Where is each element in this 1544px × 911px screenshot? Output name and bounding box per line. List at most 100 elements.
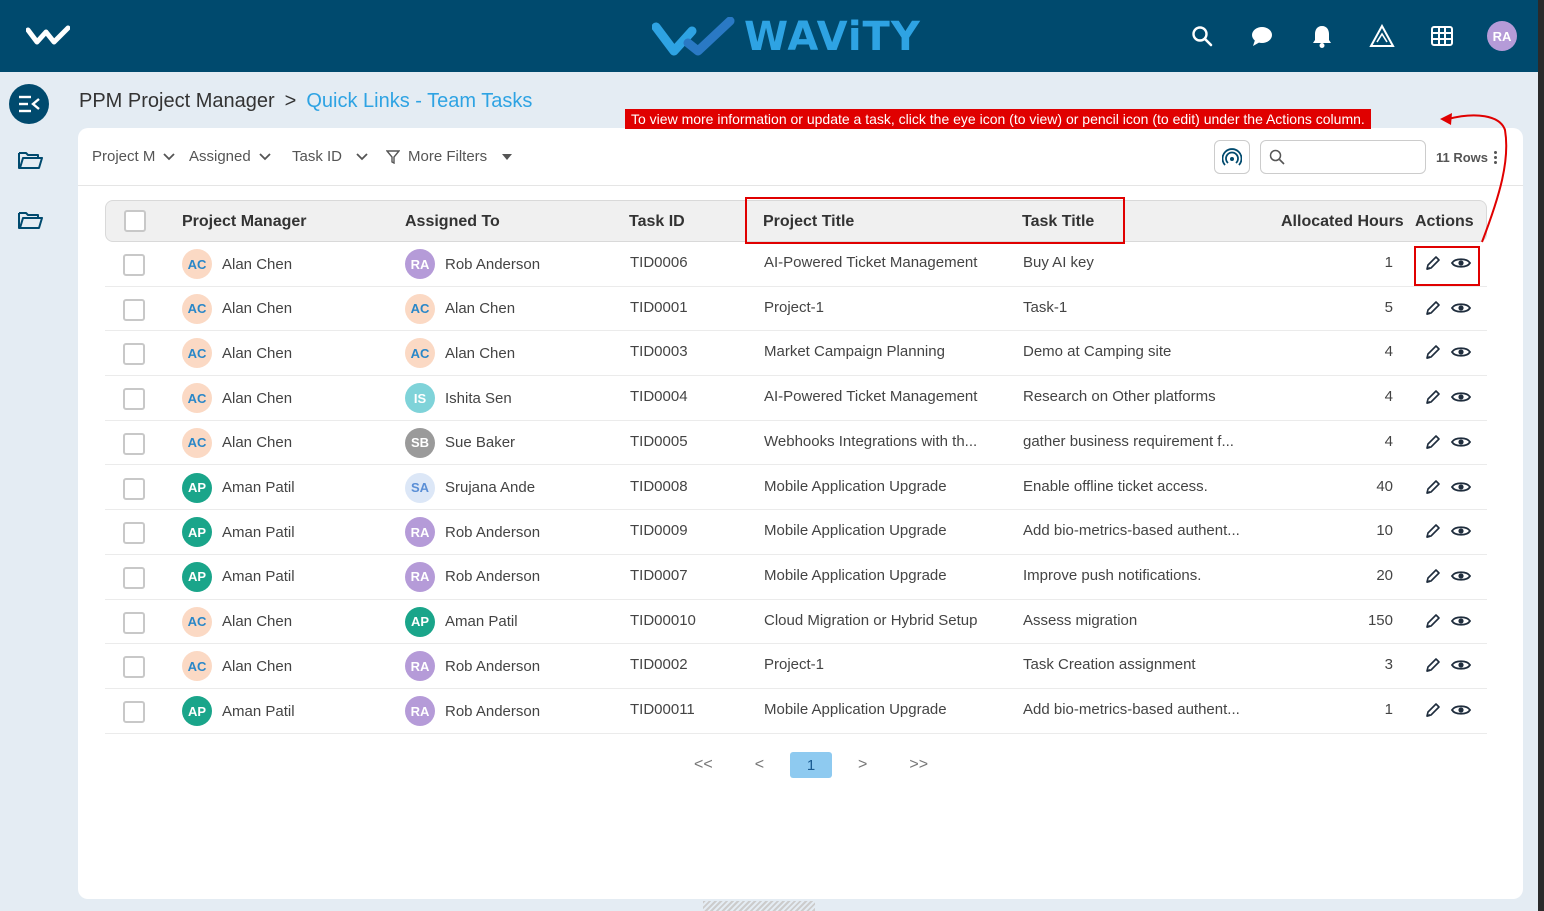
assigned-to-cell: RA Rob Anderson: [405, 517, 540, 548]
project-title-cell: AI-Powered Ticket Management: [764, 254, 978, 271]
bell-icon[interactable]: [1306, 20, 1338, 52]
row-checkbox[interactable]: [123, 432, 145, 455]
prev-page-button[interactable]: <: [755, 756, 764, 774]
row-checkbox[interactable]: [123, 477, 145, 500]
select-all-checkbox[interactable]: [124, 210, 146, 232]
pencil-edit-icon[interactable]: [1422, 699, 1444, 721]
project-manager-cell: AP Aman Patil: [182, 517, 295, 548]
user-avatar[interactable]: RA: [1486, 20, 1518, 52]
project-title-cell: AI-Powered Ticket Management: [764, 388, 978, 406]
project-manager-cell: AC Alan Chen: [182, 338, 292, 369]
task-id-cell: TID0008: [630, 477, 688, 495]
row-checkbox[interactable]: [123, 254, 145, 276]
page-1-button[interactable]: 1: [790, 752, 833, 778]
task-title-cell: Task-1: [1023, 298, 1068, 316]
assigned-to-cell: AC Alan Chen: [405, 338, 515, 369]
column-task-id[interactable]: Task ID: [629, 213, 685, 231]
column-actions: Actions: [1415, 213, 1474, 230]
table-row: AC Alan Chen AP Aman Patil TID00010 Cloud Mig…: [105, 600, 1487, 645]
eye-view-icon[interactable]: [1450, 431, 1472, 453]
chat-icon[interactable]: [1246, 20, 1278, 52]
project-manager-name: Alan Chen: [222, 255, 293, 273]
next-page-button[interactable]: >: [858, 756, 867, 774]
project-manager-name: Aman Patil: [222, 479, 295, 496]
project-manager-name: Aman Patil: [222, 523, 295, 541]
column-project-manager[interactable]: Project Manager: [182, 213, 306, 231]
pencil-edit-icon[interactable]: [1422, 341, 1444, 363]
row-checkbox[interactable]: [123, 701, 145, 723]
avatar: AP: [182, 472, 212, 503]
task-id-filter[interactable]: Task ID: [292, 148, 368, 165]
avatar: AC: [405, 338, 435, 369]
column-assigned-to[interactable]: Assigned To: [405, 213, 500, 231]
task-id-cell: TID0006: [630, 254, 688, 271]
task-title-cell: Demo at Camping site: [1023, 343, 1172, 361]
collapse-menu-icon: [19, 95, 40, 113]
pencil-edit-icon[interactable]: [1422, 565, 1444, 587]
row-checkbox[interactable]: [123, 343, 145, 366]
eye-view-icon[interactable]: [1450, 610, 1472, 632]
table-row: AC Alan Chen IS Ishita Sen TID0004 AI-Powered…: [105, 376, 1487, 421]
assigned-to-cell: SA Srujana Ande: [405, 472, 535, 503]
row-checkbox[interactable]: [123, 522, 145, 545]
brand-logo: WAViTY: [652, 14, 921, 60]
assignee-name: Rob Anderson: [445, 657, 541, 675]
eye-view-icon[interactable]: [1450, 565, 1472, 587]
allocated-hours-cell: 1: [1384, 254, 1393, 271]
project-manager-name: Alan Chen: [222, 657, 293, 675]
eye-view-icon[interactable]: [1450, 297, 1472, 319]
pencil-edit-icon[interactable]: [1422, 297, 1444, 319]
project-manager-filter[interactable]: Project M: [92, 148, 175, 165]
breadcrumb-separator: >: [284, 90, 297, 112]
row-checkbox[interactable]: [123, 611, 145, 634]
row-checkbox[interactable]: [123, 298, 145, 321]
pencil-edit-icon[interactable]: [1422, 610, 1444, 632]
avatar: AP: [182, 561, 212, 592]
last-page-button[interactable]: >>: [909, 756, 928, 774]
sidebar-toggle-button[interactable]: [9, 84, 49, 124]
more-options-icon[interactable]: [1494, 150, 1497, 165]
folder-icon[interactable]: [16, 148, 44, 172]
allocated-hours-cell: 150: [1367, 611, 1393, 629]
search-icon[interactable]: [1186, 20, 1218, 52]
more-filters-button[interactable]: More Filters: [386, 148, 513, 165]
task-id-cell: TID0009: [630, 522, 688, 540]
first-page-button[interactable]: <<: [694, 756, 713, 774]
row-checkbox[interactable]: [123, 656, 145, 679]
grid-apps-icon[interactable]: [1426, 20, 1458, 52]
assigned-to-cell: RA Rob Anderson: [405, 561, 540, 592]
eye-view-icon[interactable]: [1450, 699, 1472, 721]
hazard-triangle-icon[interactable]: [1366, 20, 1398, 52]
allocated-hours-cell: 4: [1384, 432, 1393, 450]
project-manager-name: Aman Patil: [222, 702, 295, 720]
chevron-down-icon: [356, 152, 368, 160]
task-id-cell: TID00010: [630, 611, 696, 629]
row-checkbox[interactable]: [123, 388, 145, 411]
app-logo-icon[interactable]: [25, 24, 71, 53]
project-manager-cell: AC Alan Chen: [182, 249, 292, 279]
search-input[interactable]: [1290, 149, 1411, 165]
eye-view-icon[interactable]: [1450, 520, 1472, 542]
breadcrumb-root[interactable]: PPM Project Manager: [79, 90, 275, 113]
broadcast-button[interactable]: [1213, 140, 1250, 174]
eye-view-icon[interactable]: [1450, 386, 1472, 408]
pencil-edit-icon[interactable]: [1422, 476, 1444, 498]
pencil-edit-icon[interactable]: [1422, 386, 1444, 408]
project-manager-name: Aman Patil: [222, 568, 295, 586]
eye-view-icon[interactable]: [1450, 341, 1472, 363]
eye-view-icon[interactable]: [1450, 654, 1472, 676]
pencil-edit-icon[interactable]: [1422, 431, 1444, 453]
project-manager-name: Alan Chen: [222, 434, 293, 452]
resize-handle[interactable]: [703, 901, 815, 911]
pencil-edit-icon[interactable]: [1422, 654, 1444, 676]
pencil-edit-icon[interactable]: [1422, 520, 1444, 542]
filter-funnel-icon: [386, 149, 400, 164]
eye-view-icon[interactable]: [1450, 476, 1472, 498]
avatar: AP: [405, 606, 435, 637]
folder-icon[interactable]: [16, 208, 44, 232]
avatar: AC: [182, 338, 212, 369]
search-field[interactable]: [1259, 140, 1426, 174]
column-allocated-hours[interactable]: Allocated Hours: [1281, 213, 1404, 231]
row-checkbox[interactable]: [123, 566, 145, 589]
assigned-filter[interactable]: Assigned: [189, 148, 271, 165]
